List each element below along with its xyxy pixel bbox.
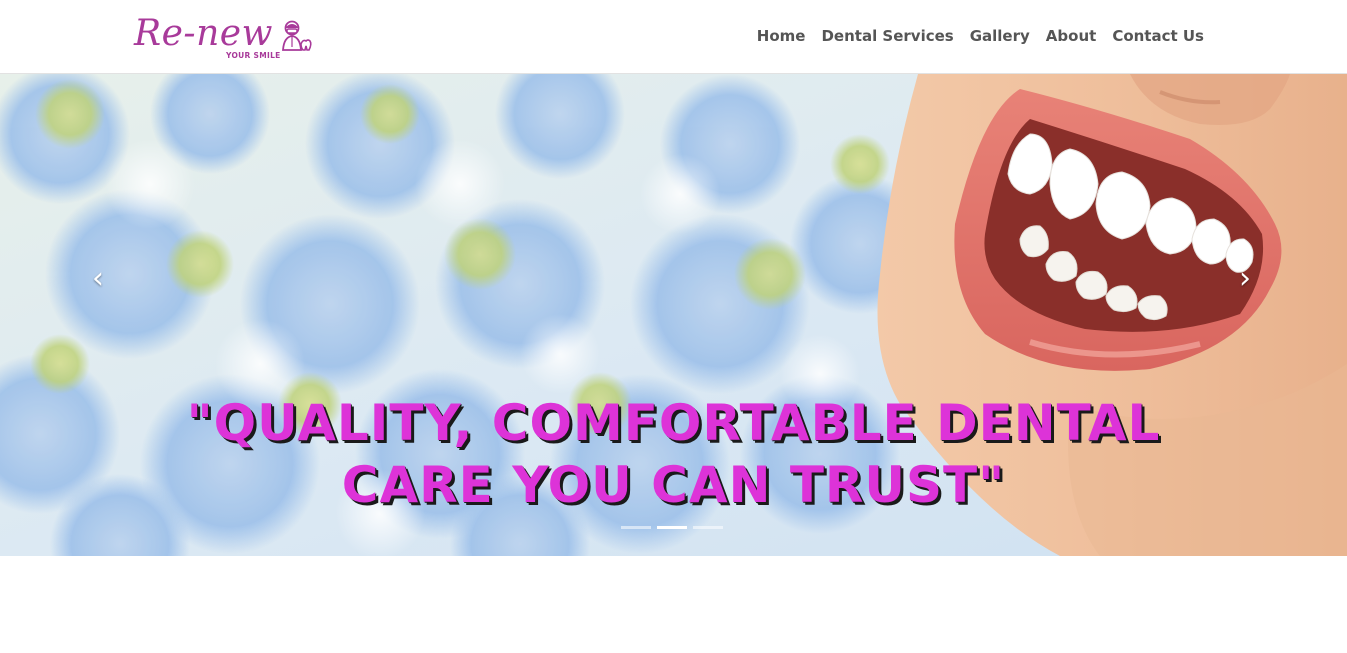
hero-carousel: ‹ › "QUALITY, COMFORTABLE DENTAL CARE YO…	[0, 74, 1347, 556]
carousel-prev-icon[interactable]: ‹	[83, 264, 113, 294]
carousel-indicator[interactable]	[621, 526, 651, 529]
nav-about[interactable]: About	[1046, 26, 1097, 46]
carousel-indicator[interactable]	[657, 526, 687, 529]
nav-home[interactable]: Home	[757, 26, 806, 46]
nav-dental-services[interactable]: Dental Services	[821, 26, 953, 46]
hero-caption-line-1: "QUALITY, COMFORTABLE DENTAL	[186, 394, 1161, 452]
nav-gallery[interactable]: Gallery	[970, 26, 1030, 46]
carousel-indicators	[621, 526, 723, 529]
hero-caption-line-2: CARE YOU CAN TRUST"	[341, 456, 1006, 514]
logo-wordmark: Re-new	[134, 13, 273, 54]
nav-contact-us[interactable]: Contact Us	[1112, 26, 1204, 46]
dentist-icon	[282, 20, 312, 51]
main-nav: Home Dental Services Gallery About Conta…	[757, 26, 1204, 46]
hero-caption: "QUALITY, COMFORTABLE DENTAL CARE YOU CA…	[0, 392, 1347, 516]
logo-tagline: YOUR SMILE	[226, 51, 281, 60]
carousel-next-icon[interactable]: ›	[1230, 264, 1260, 294]
carousel-indicator[interactable]	[693, 526, 723, 529]
top-navbar: Re-new YOUR SMILE Home Dental Services G…	[0, 0, 1347, 74]
site-logo[interactable]: Re-new YOUR SMILE	[134, 12, 319, 62]
